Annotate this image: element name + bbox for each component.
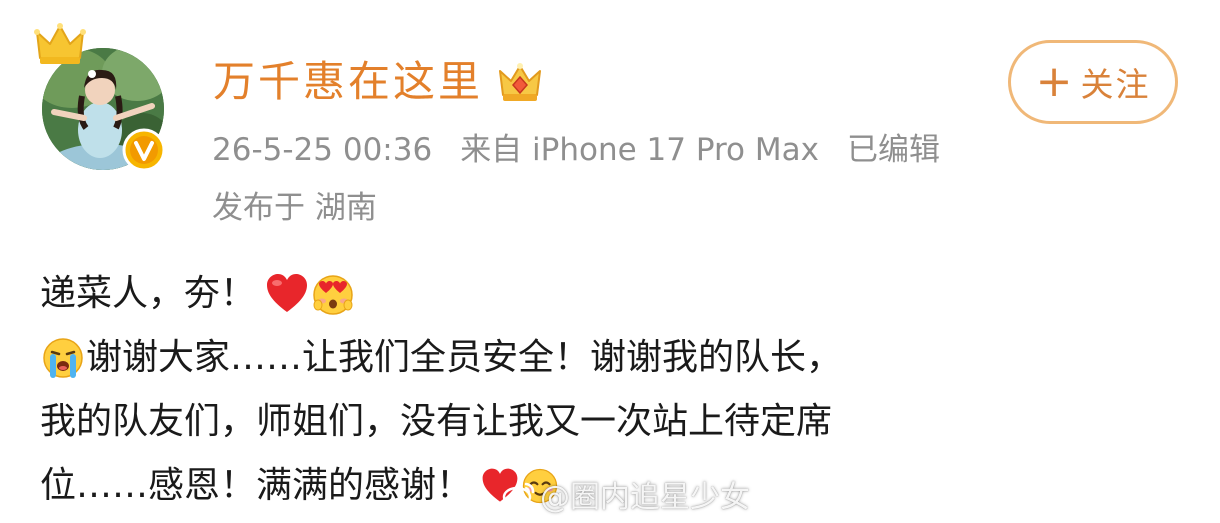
verified-v-icon <box>122 128 166 172</box>
post-text: 位……感恩！满满的感谢！ <box>40 465 473 506</box>
post-meta: 26-5-25 00:36 来自 iPhone 17 Pro Max 已编辑 <box>212 128 940 172</box>
watermark-text: @圈内追星少女 <box>540 480 750 515</box>
post-line-2: 谢谢大家……让我们全员安全！谢谢我的队长， <box>40 326 1190 390</box>
post-source: 来自 iPhone 17 Pro Max <box>460 132 819 168</box>
heart-eyes-face-icon <box>313 275 353 315</box>
follow-button-label: 关注 <box>1080 65 1151 104</box>
post-text: 谢谢大家……让我们全员安全！谢谢我的队长， <box>86 337 843 378</box>
author-name[interactable]: 万千惠在这里 <box>213 52 483 112</box>
crying-face-icon <box>43 338 83 378</box>
post-text: 递菜人，夯！ <box>40 273 257 314</box>
post-location: 发布于 湖南 <box>212 190 377 226</box>
text-fade-overlay <box>880 470 1220 523</box>
crown-icon <box>34 23 86 64</box>
plus-icon: + <box>1035 56 1073 107</box>
post-line-3: 我的队友们，师姐们，没有让我又一次站上待定席 <box>40 390 1190 454</box>
post-datetime[interactable]: 26-5-25 00:36 <box>212 132 432 168</box>
author-name-row: 万千惠在这里 <box>213 52 545 112</box>
watermark: @圈内追星少女 <box>502 472 750 516</box>
weibo-logo-icon <box>502 482 535 508</box>
author-avatar-group[interactable] <box>30 22 180 182</box>
red-heart-icon <box>267 274 308 312</box>
edited-label[interactable]: 已编辑 <box>847 132 940 168</box>
vip-crown-badge-icon[interactable] <box>495 57 545 107</box>
post-line-1: 递菜人，夯！ <box>40 262 1190 326</box>
follow-button[interactable]: + 关注 <box>1008 40 1178 124</box>
post-text: 我的队友们，师姐们，没有让我又一次站上待定席 <box>40 401 833 442</box>
